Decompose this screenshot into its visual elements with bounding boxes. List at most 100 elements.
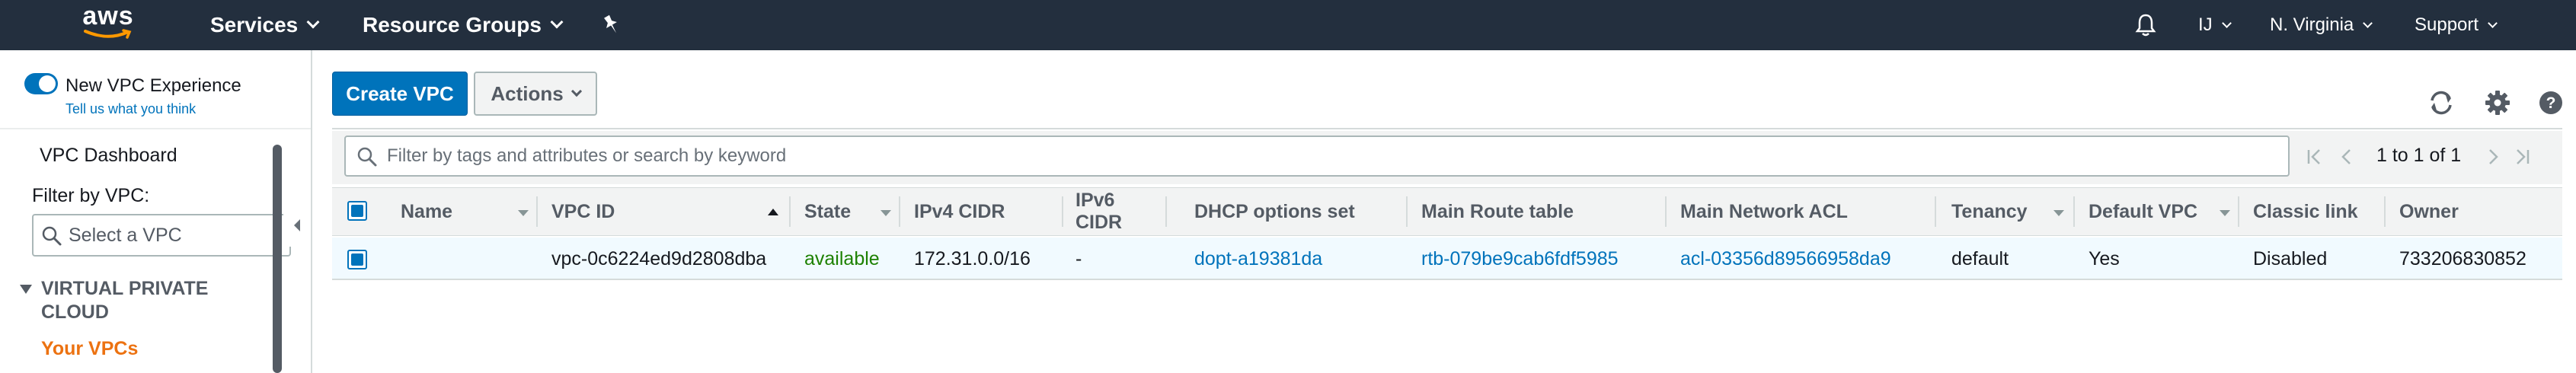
sort-caret-icon[interactable]: [881, 210, 891, 216]
column-divider: [1665, 196, 1667, 227]
pagination-text: 1 to 1 of 1: [2376, 145, 2462, 166]
section-title-line2: CLOUD: [41, 301, 109, 323]
region-menu[interactable]: N. Virginia: [2270, 0, 2373, 50]
cell-route-table-link[interactable]: rtb-079be9cab6fdf5985: [1421, 248, 1619, 270]
cell-vpc-id: vpc-0c6224ed9d2808dba: [551, 248, 767, 269]
aws-logo-text: aws: [82, 2, 134, 30]
actions-label: Actions: [491, 81, 564, 105]
new-vpc-experience-toggle[interactable]: [24, 73, 58, 94]
user-menu[interactable]: IJ: [2198, 0, 2232, 50]
caret-down-icon: [20, 285, 32, 294]
top-navigation-bar: aws Services Resource Groups IJ N. Virgi…: [0, 0, 2576, 50]
pin-icon[interactable]: [602, 0, 622, 50]
cell-state: available: [804, 248, 880, 269]
filter-by-vpc-label: Filter by VPC:: [32, 185, 150, 206]
new-vpc-experience-label: New VPC Experience: [66, 75, 241, 96]
feedback-link[interactable]: Tell us what you think: [66, 101, 196, 117]
column-header-name[interactable]: Name: [401, 187, 452, 236]
select-vpc-placeholder: Select a VPC: [69, 224, 182, 246]
cell-owner: 733206830852: [2399, 248, 2526, 269]
search-input[interactable]: Filter by tags and attributes or search …: [344, 135, 2290, 177]
sort-ascending-icon[interactable]: [768, 209, 778, 215]
sort-caret-icon[interactable]: [518, 210, 529, 216]
resource-groups-menu[interactable]: Resource Groups: [363, 0, 564, 50]
column-header-owner[interactable]: Owner: [2399, 187, 2459, 236]
column-divider: [2073, 196, 2075, 227]
chevron-down-icon: [2221, 18, 2232, 28]
region-label: N. Virginia: [2270, 14, 2354, 35]
refresh-icon[interactable]: [2427, 88, 2456, 117]
cell-default-vpc: Yes: [2089, 248, 2120, 269]
sidebar-scrollbar[interactable]: [273, 145, 282, 373]
chevron-down-icon: [550, 15, 564, 29]
chevron-down-icon: [570, 85, 582, 97]
column-header-vpc-id[interactable]: VPC ID: [551, 187, 615, 236]
search-icon: [357, 147, 377, 167]
sidebar-divider-line: [0, 128, 311, 129]
column-header-main-network-acl[interactable]: Main Network ACL: [1680, 187, 1848, 236]
section-title-line1: VIRTUAL PRIVATE: [41, 278, 209, 299]
chevron-down-icon: [2488, 18, 2498, 28]
column-divider: [899, 196, 900, 227]
cell-dhcp-options-link[interactable]: dopt-a19381da: [1194, 248, 1322, 270]
checkbox-fill: [351, 253, 363, 266]
services-menu[interactable]: Services: [210, 0, 320, 50]
cell-classic-link: Disabled: [2253, 248, 2328, 269]
column-header-default-vpc[interactable]: Default VPC: [2089, 187, 2197, 236]
column-header-ipv4-cidr[interactable]: IPv4 CIDR: [914, 187, 1005, 236]
sort-caret-icon[interactable]: [2220, 210, 2230, 216]
sidebar-item-vpc-dashboard[interactable]: VPC Dashboard: [40, 145, 177, 167]
aws-smile-icon: [84, 29, 132, 39]
column-header-main-route-table[interactable]: Main Route table: [1421, 187, 1574, 236]
previous-page-icon[interactable]: [2338, 142, 2355, 172]
user-label: IJ: [2198, 14, 2213, 35]
cell-ipv4-cidr: 172.31.0.0/16: [914, 248, 1031, 269]
column-divider: [1062, 196, 1063, 227]
sort-caret-icon[interactable]: [2053, 210, 2064, 216]
select-all-checkbox[interactable]: [347, 201, 367, 221]
column-header-ipv6-cidr[interactable]: IPv6 CIDR: [1075, 187, 1162, 236]
aws-logo[interactable]: aws: [78, 3, 139, 46]
column-divider: [2238, 196, 2239, 227]
column-divider: [789, 196, 791, 227]
cell-network-acl-link[interactable]: acl-03356d89566958da9: [1680, 248, 1891, 270]
gear-icon[interactable]: [2483, 88, 2512, 117]
actions-button[interactable]: Actions: [474, 72, 597, 116]
chevron-left-icon: [294, 219, 300, 231]
column-header-state[interactable]: State: [804, 187, 851, 236]
left-sidebar: [0, 50, 311, 373]
last-page-icon[interactable]: [2512, 142, 2532, 172]
svg-text:?: ?: [2546, 94, 2556, 112]
sidebar-divider: [311, 50, 312, 373]
select-vpc-input[interactable]: Select a VPC: [32, 214, 291, 257]
column-divider: [1406, 196, 1408, 227]
collapse-sidebar-button[interactable]: [283, 204, 311, 247]
chevron-down-icon: [2363, 18, 2373, 28]
bell-icon[interactable]: [2134, 0, 2157, 50]
column-divider: [1935, 196, 1936, 227]
search-icon: [42, 226, 62, 246]
column-divider: [536, 196, 538, 227]
help-icon[interactable]: ?: [2536, 88, 2565, 117]
column-header-dhcp-options[interactable]: DHCP options set: [1194, 187, 1355, 236]
cell-ipv6-cidr: -: [1075, 248, 1082, 269]
column-divider: [2384, 196, 2386, 227]
next-page-icon[interactable]: [2485, 142, 2501, 172]
row-checkbox[interactable]: [347, 250, 367, 269]
sidebar-section-virtual-private-cloud[interactable]: VIRTUAL PRIVATE CLOUD: [20, 277, 208, 324]
column-divider: [1165, 196, 1167, 227]
support-menu[interactable]: Support: [2415, 0, 2498, 50]
column-header-tenancy[interactable]: Tenancy: [1951, 187, 2028, 236]
checkbox-fill: [351, 205, 363, 217]
first-page-icon[interactable]: [2305, 142, 2325, 172]
sidebar-item-your-vpcs[interactable]: Your VPCs: [41, 338, 138, 360]
search-placeholder: Filter by tags and attributes or search …: [387, 145, 787, 166]
toggle-knob: [39, 75, 56, 92]
cell-tenancy: default: [1951, 248, 2009, 269]
resource-groups-label: Resource Groups: [363, 13, 542, 37]
create-vpc-button[interactable]: Create VPC: [332, 72, 468, 116]
services-label: Services: [210, 13, 299, 37]
support-label: Support: [2415, 14, 2479, 35]
column-header-classic-link[interactable]: Classic link: [2253, 187, 2358, 236]
chevron-down-icon: [306, 15, 320, 29]
